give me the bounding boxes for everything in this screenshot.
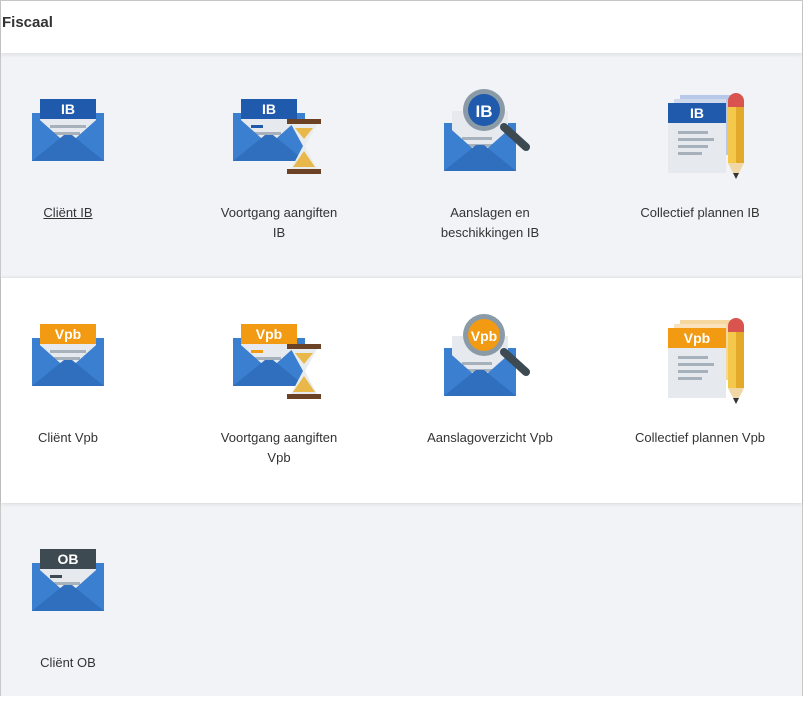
tile-label: Cliënt Vpb <box>38 430 98 445</box>
tile-row-ib: IB Cliënt IB IB Voortgang aangiften IB I… <box>1 53 802 278</box>
tile-label: Voortgang aangiften IB <box>179 203 379 243</box>
envelope-hourglass-vpb-icon: Vpb <box>229 314 329 404</box>
tile-label-text: Voortgang aangiften Vpb <box>220 430 338 465</box>
panel-header: Fiscaal <box>1 1 802 53</box>
svg-text:OB: OB <box>58 551 79 567</box>
tile-collectief-vpb[interactable]: Vpb Collectief plannen Vpb <box>600 278 800 478</box>
tile-label: Aanslagoverzicht Vpb <box>427 430 553 445</box>
tile-aanslagoverzicht-vpb[interactable]: Vpb Aanslagoverzicht Vpb <box>390 278 590 478</box>
tile-label: Collectief plannen IB <box>640 205 760 220</box>
tile-voortgang-vpb[interactable]: Vpb Voortgang aangiften Vpb <box>179 278 379 478</box>
svg-text:IB: IB <box>476 102 493 121</box>
tile-row-ob: OB Cliënt OB <box>1 503 802 696</box>
tile-label: Aanslagen en beschikkingen IB <box>390 203 590 243</box>
envelope-vpb-icon: Vpb <box>18 314 118 404</box>
tile-label: Voortgang aangiften Vpb <box>179 428 379 468</box>
tile-label-text: Aanslagen en beschikkingen IB <box>440 205 540 240</box>
envelope-hourglass-ib-icon: IB <box>229 89 329 179</box>
documents-pencil-ib-icon: IB <box>650 89 750 179</box>
tile-label: Cliënt OB <box>40 655 96 670</box>
svg-text:Vpb: Vpb <box>471 328 497 344</box>
svg-text:IB: IB <box>61 101 75 117</box>
documents-pencil-vpb-icon: Vpb <box>650 314 750 404</box>
envelope-magnifier-ib-icon: IB <box>440 89 540 179</box>
tile-label: Collectief plannen Vpb <box>634 430 766 445</box>
svg-text:Vpb: Vpb <box>256 326 282 342</box>
tile-client-ib[interactable]: IB Cliënt IB <box>0 53 168 253</box>
fiscaal-panel: Fiscaal IB Cliënt IB IB Voortgang aangif… <box>0 0 803 696</box>
tile-client-ob[interactable]: OB Cliënt OB <box>0 503 168 703</box>
svg-text:IB: IB <box>262 101 276 117</box>
svg-text:Vpb: Vpb <box>684 330 710 346</box>
tile-label-text: Voortgang aangiften IB <box>220 205 338 240</box>
svg-text:Vpb: Vpb <box>55 326 81 342</box>
envelope-ob-icon: OB <box>18 539 118 629</box>
tile-voortgang-ib[interactable]: IB Voortgang aangiften IB <box>179 53 379 253</box>
tile-label[interactable]: Cliënt IB <box>0 203 168 223</box>
page-title: Fiscaal <box>2 14 53 31</box>
tile-aanslagen-ib[interactable]: IB Aanslagen en beschikkingen IB <box>390 53 590 253</box>
tile-collectief-ib[interactable]: IB Collectief plannen IB <box>600 53 800 253</box>
envelope-magnifier-vpb-icon: Vpb <box>440 314 540 404</box>
tile-row-vpb: Vpb Cliënt Vpb Vpb Voortgang aangiften V… <box>1 278 802 503</box>
tile-client-vpb[interactable]: Vpb Cliënt Vpb <box>0 278 168 478</box>
svg-text:IB: IB <box>690 105 704 121</box>
envelope-ib-icon: IB <box>18 89 118 179</box>
